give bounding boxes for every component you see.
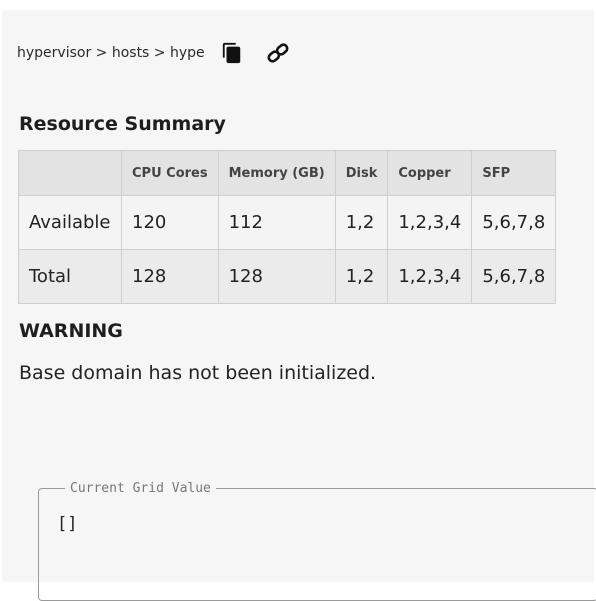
column-header-sfp: SFP <box>471 150 557 196</box>
warning-title: WARNING <box>19 320 123 342</box>
current-grid-value-box: Current Grid Value [] <box>38 481 596 601</box>
warning-message: Base domain has not been initialized. <box>19 362 377 384</box>
column-header-copper: Copper <box>387 150 473 196</box>
copy-icon[interactable] <box>218 39 246 67</box>
column-header-label <box>18 150 122 196</box>
table-header-row: CPU Cores Memory (GB) Disk Copper SFP <box>18 150 557 196</box>
cpu-cell: 120 <box>121 195 219 250</box>
resource-summary-title: Resource Summary <box>19 113 226 135</box>
table-row: Total 128 128 1,2 1,2,3,4 5,6,7,8 <box>18 249 557 304</box>
resource-summary-table: CPU Cores Memory (GB) Disk Copper SFP Av… <box>18 150 557 304</box>
column-header-cpu: CPU Cores <box>121 150 219 196</box>
table-row: Available 120 112 1,2 1,2,3,4 5,6,7,8 <box>18 195 557 250</box>
breadcrumb: hypervisor > hosts > hype <box>17 45 205 61</box>
breadcrumb-row: hypervisor > hosts > hype <box>17 40 292 66</box>
disk-cell: 1,2 <box>334 195 389 250</box>
disk-cell: 1,2 <box>334 249 389 304</box>
copper-cell: 1,2,3,4 <box>387 249 473 304</box>
link-icon[interactable] <box>264 39 292 67</box>
copper-cell: 1,2,3,4 <box>387 195 473 250</box>
column-header-memory: Memory (GB) <box>217 150 336 196</box>
column-header-disk: Disk <box>334 150 389 196</box>
grid-value-content[interactable]: [] <box>57 514 579 534</box>
memory-cell: 128 <box>217 249 336 304</box>
sfp-cell: 5,6,7,8 <box>471 195 557 250</box>
cpu-cell: 128 <box>121 249 219 304</box>
sfp-cell: 5,6,7,8 <box>471 249 557 304</box>
memory-cell: 112 <box>217 195 336 250</box>
grid-value-legend: Current Grid Value <box>70 481 211 496</box>
row-label: Available <box>18 195 122 250</box>
row-label: Total <box>18 249 122 304</box>
